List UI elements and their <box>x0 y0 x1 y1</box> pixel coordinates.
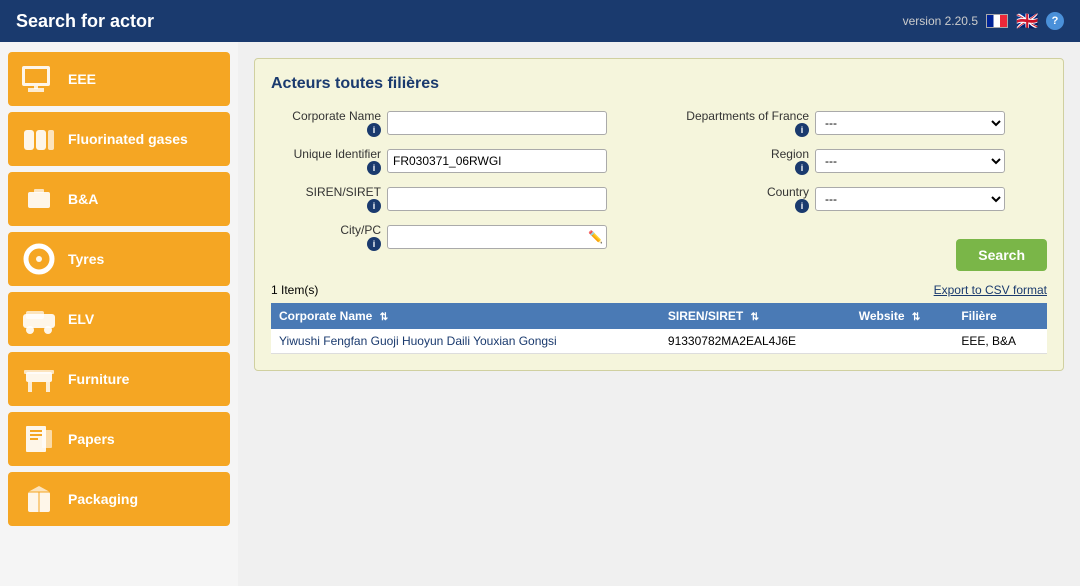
search-form: Corporate Name i Unique Identifier i <box>271 109 1047 271</box>
unique-identifier-input[interactable] <box>387 149 607 173</box>
eee-icon <box>18 60 60 98</box>
departments-select[interactable]: --- <box>815 111 1005 135</box>
edit-icon[interactable]: ✏️ <box>588 230 603 244</box>
results-count: 1 Item(s) <box>271 283 318 297</box>
departments-row: Departments of France i --- <box>679 109 1047 137</box>
unique-identifier-row: Unique Identifier i <box>271 147 639 175</box>
col-header-filiere[interactable]: Filière <box>953 303 1047 329</box>
country-info-icon[interactable]: i <box>795 199 809 213</box>
search-button-row: Search <box>679 239 1047 271</box>
corporate-name-info-icon[interactable]: i <box>367 123 381 137</box>
siren-siret-label: SIREN/SIRET <box>306 185 381 199</box>
sidebar-label-tyres: Tyres <box>68 251 104 268</box>
sidebar-item-packaging[interactable]: Packaging <box>8 472 230 526</box>
app-header: Search for actor version 2.20.5 🇬🇧 ? <box>0 0 1080 42</box>
left-form-col: Corporate Name i Unique Identifier i <box>271 109 639 271</box>
results-meta: 1 Item(s) Export to CSV format <box>271 283 1047 297</box>
search-panel: Acteurs toutes filières Corporate Name i… <box>254 58 1064 371</box>
help-icon[interactable]: ? <box>1046 12 1064 30</box>
flag-fr-icon[interactable] <box>986 14 1008 28</box>
cell-website <box>851 329 954 354</box>
sidebar-label-fluorinated: Fluorinated gases <box>68 131 188 148</box>
departments-label: Departments of France <box>686 109 809 123</box>
sidebar-item-papers[interactable]: Papers <box>8 412 230 466</box>
siren-siret-info-icon[interactable]: i <box>367 199 381 213</box>
sidebar: EEE Fluorinated gases B&A <box>0 42 238 586</box>
corporate-name-link[interactable]: Yiwushi Fengfan Guoji Huoyun Daili Youxi… <box>279 334 557 348</box>
elv-icon <box>18 300 60 338</box>
furniture-icon <box>18 360 60 398</box>
departments-info-icon[interactable]: i <box>795 123 809 137</box>
sidebar-label-packaging: Packaging <box>68 491 138 508</box>
corporate-name-row: Corporate Name i <box>271 109 639 137</box>
right-form-col: Departments of France i --- Region i <box>679 109 1047 271</box>
col-header-siren-siret[interactable]: SIREN/SIRET ⇅ <box>660 303 851 329</box>
country-label: Country <box>767 185 809 199</box>
main-container: EEE Fluorinated gases B&A <box>0 42 1080 586</box>
country-row: Country i --- <box>679 185 1047 213</box>
papers-icon <box>18 420 60 458</box>
cell-siren-siret: 91330782MA2EAL4J6E <box>660 329 851 354</box>
cell-corporate-name: Yiwushi Fengfan Guoji Huoyun Daili Youxi… <box>271 329 660 354</box>
sidebar-item-ba[interactable]: B&A <box>8 172 230 226</box>
region-info-icon[interactable]: i <box>795 161 809 175</box>
region-select[interactable]: --- <box>815 149 1005 173</box>
region-row: Region i --- <box>679 147 1047 175</box>
city-pc-info-icon[interactable]: i <box>367 237 381 251</box>
sidebar-label-papers: Papers <box>68 431 115 448</box>
city-pc-label: City/PC <box>340 223 381 237</box>
export-csv-link[interactable]: Export to CSV format <box>934 283 1047 297</box>
packaging-icon <box>18 480 60 518</box>
header-right: version 2.20.5 🇬🇧 ? <box>903 12 1064 30</box>
sidebar-item-fluorinated-gases[interactable]: Fluorinated gases <box>8 112 230 166</box>
siren-siret-row: SIREN/SIRET i <box>271 185 639 213</box>
cell-filiere: EEE, B&A <box>953 329 1047 354</box>
table-header-row: Corporate Name ⇅ SIREN/SIRET ⇅ Website ⇅ <box>271 303 1047 329</box>
ba-icon <box>18 180 60 218</box>
unique-identifier-info-icon[interactable]: i <box>367 161 381 175</box>
panel-title: Acteurs toutes filières <box>271 75 1047 93</box>
sidebar-label-ba: B&A <box>68 191 98 208</box>
tyres-icon <box>18 240 60 278</box>
city-input-wrapper: ✏️ <box>387 225 607 249</box>
sidebar-item-furniture[interactable]: Furniture <box>8 352 230 406</box>
sort-icon-siren: ⇅ <box>751 312 759 323</box>
sidebar-item-tyres[interactable]: Tyres <box>8 232 230 286</box>
sidebar-item-elv[interactable]: ELV <box>8 292 230 346</box>
sort-icon-website: ⇅ <box>912 312 920 323</box>
city-pc-input[interactable] <box>387 225 607 249</box>
content-area: Acteurs toutes filières Corporate Name i… <box>238 42 1080 586</box>
table-row: Yiwushi Fengfan Guoji Huoyun Daili Youxi… <box>271 329 1047 354</box>
city-pc-row: City/PC i ✏️ <box>271 223 639 251</box>
sidebar-item-eee[interactable]: EEE <box>8 52 230 106</box>
sidebar-label-furniture: Furniture <box>68 371 129 388</box>
siren-siret-input[interactable] <box>387 187 607 211</box>
results-table: Corporate Name ⇅ SIREN/SIRET ⇅ Website ⇅ <box>271 303 1047 354</box>
unique-identifier-label: Unique Identifier <box>294 147 381 161</box>
corporate-name-input[interactable] <box>387 111 607 135</box>
flag-uk-icon[interactable]: 🇬🇧 <box>1016 14 1038 28</box>
search-button[interactable]: Search <box>956 239 1047 271</box>
col-header-corporate-name[interactable]: Corporate Name ⇅ <box>271 303 660 329</box>
col-header-website[interactable]: Website ⇅ <box>851 303 954 329</box>
version-label: version 2.20.5 <box>903 14 978 28</box>
sort-icon-corporate: ⇅ <box>380 312 388 323</box>
fluorinated-gases-icon <box>18 120 60 158</box>
corporate-name-label: Corporate Name <box>292 109 381 123</box>
country-select[interactable]: --- <box>815 187 1005 211</box>
region-label: Region <box>771 147 809 161</box>
results-section: 1 Item(s) Export to CSV format Corporate… <box>271 283 1047 354</box>
page-title: Search for actor <box>16 11 154 32</box>
sidebar-label-elv: ELV <box>68 311 94 328</box>
sidebar-label-eee: EEE <box>68 71 96 88</box>
